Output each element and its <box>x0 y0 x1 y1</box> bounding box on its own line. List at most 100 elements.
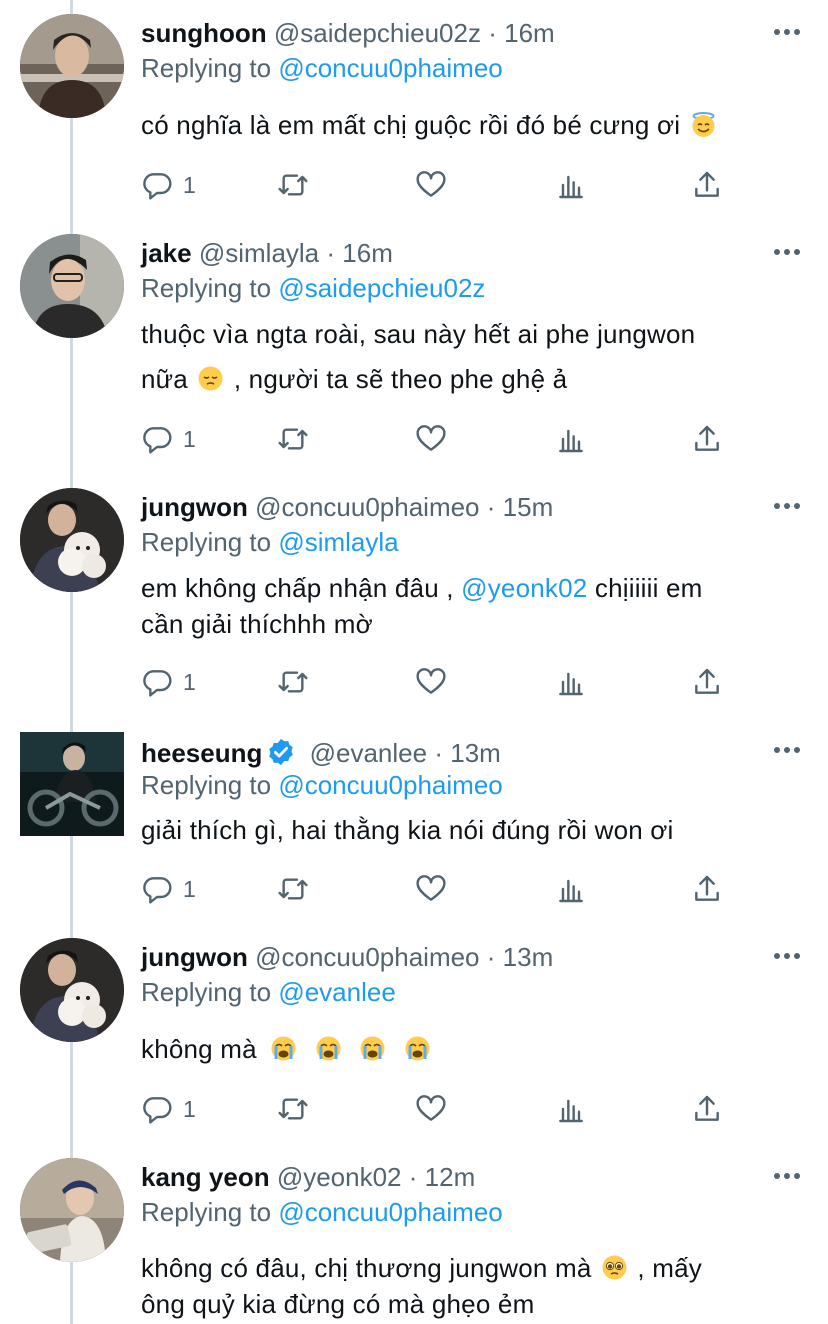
user-handle[interactable]: @concuu0phaimeo <box>255 942 479 972</box>
text-line: thuộc vìa ngta roài, sau này hết ai phe … <box>141 319 696 349</box>
reply-thread: sunghoon @saidepchieu02z · 16m Replying … <box>0 0 828 1324</box>
timestamp[interactable]: 15m <box>503 492 554 522</box>
timestamp[interactable]: 16m <box>504 18 555 48</box>
tweet-header: jungwon @concuu0phaimeo · 15m <box>141 489 788 525</box>
analytics-icon <box>559 1099 583 1123</box>
share-button[interactable] <box>691 1089 723 1129</box>
share-button[interactable] <box>691 662 723 702</box>
tweet-header: kang yeon @yeonk02 · 12m <box>141 1159 788 1195</box>
replying-to: Replying to @concuu0phaimeo <box>141 1194 503 1230</box>
reply-count: 1 <box>183 875 196 902</box>
analytics-icon <box>559 672 583 696</box>
user-handle[interactable]: @simlayla <box>199 238 319 268</box>
retweet-icon <box>278 878 308 900</box>
separator-dot: · <box>486 942 496 972</box>
replying-label: Replying to <box>141 273 272 303</box>
display-name[interactable]: heeseung <box>141 738 262 768</box>
avatar[interactable] <box>20 488 124 592</box>
reply-count: 1 <box>183 171 196 198</box>
analytics-button[interactable] <box>555 1089 587 1129</box>
separator-dot: · <box>488 18 497 48</box>
mention-link[interactable]: @yeonk02 <box>461 573 587 603</box>
avatar[interactable] <box>20 234 124 338</box>
user-handle[interactable]: @saidepchieu02z <box>274 18 481 48</box>
loudly-crying-face-emoji <box>270 1035 297 1062</box>
tweet-actions: 1 <box>141 165 748 205</box>
tweet-actions: 1 <box>141 662 748 702</box>
reply-icon <box>143 173 172 200</box>
share-button[interactable] <box>691 869 723 909</box>
more-icon[interactable] <box>772 498 802 514</box>
display-name[interactable]: jake <box>141 238 192 268</box>
mention-link[interactable]: @simlayla <box>278 527 398 557</box>
retweet-button[interactable] <box>277 1089 309 1129</box>
share-button[interactable] <box>691 419 723 459</box>
display-name[interactable]: jungwon <box>141 942 248 972</box>
mention-link[interactable]: @concuu0phaimeo <box>278 1197 502 1227</box>
share-button[interactable] <box>691 165 723 205</box>
reply-button[interactable]: 1 <box>141 869 196 909</box>
smiling-face-with-halo-emoji <box>690 111 717 138</box>
text-fragment: nữa <box>141 364 188 394</box>
avatar[interactable] <box>20 938 124 1042</box>
tweet-actions: 1 <box>141 1089 748 1129</box>
analytics-button[interactable] <box>555 662 587 702</box>
analytics-button[interactable] <box>555 419 587 459</box>
like-icon <box>416 171 446 197</box>
mention-link[interactable]: @saidepchieu02z <box>278 273 485 303</box>
retweet-button[interactable] <box>277 419 309 459</box>
loudly-crying-face-emoji <box>315 1035 342 1062</box>
mention-link[interactable]: @concuu0phaimeo <box>278 53 502 83</box>
replying-label: Replying to <box>141 1197 272 1227</box>
reply-button[interactable]: 1 <box>141 1089 196 1129</box>
display-name[interactable]: kang yeon <box>141 1162 270 1192</box>
replying-label: Replying to <box>141 527 272 557</box>
tweet-text: em không chấp nhận đâu , @yeonk02 chịiii… <box>141 570 788 642</box>
user-handle[interactable]: @evanlee <box>310 738 427 768</box>
like-button[interactable] <box>415 662 447 702</box>
avatar[interactable] <box>20 732 124 836</box>
timestamp[interactable]: 12m <box>425 1162 476 1192</box>
tweet-header: heeseung @evanlee · 13m <box>141 735 788 771</box>
share-icon <box>695 668 719 694</box>
retweet-button[interactable] <box>277 869 309 909</box>
like-button[interactable] <box>415 869 447 909</box>
avatar[interactable] <box>20 1158 124 1262</box>
text-fragment: , mấy <box>637 1253 702 1283</box>
reply-button[interactable]: 1 <box>141 419 196 459</box>
timestamp[interactable]: 13m <box>503 942 554 972</box>
reply-button[interactable]: 1 <box>141 662 196 702</box>
reply-count: 1 <box>183 425 196 452</box>
like-button[interactable] <box>415 1089 447 1129</box>
tweet-text: thuộc vìa ngta roài, sau này hết ai phe … <box>141 316 788 397</box>
text-line: ông quỷ kia đừng có mà ghẹo ẻm <box>141 1289 535 1319</box>
avatar[interactable] <box>20 14 124 118</box>
share-icon <box>695 1095 719 1121</box>
replying-to: Replying to @concuu0phaimeo <box>141 767 503 803</box>
user-handle[interactable]: @concuu0phaimeo <box>255 492 479 522</box>
display-name[interactable]: sunghoon <box>141 18 267 48</box>
user-handle[interactable]: @yeonk02 <box>277 1162 402 1192</box>
timestamp[interactable]: 13m <box>450 738 501 768</box>
analytics-button[interactable] <box>555 165 587 205</box>
separator-dot: · <box>434 738 443 768</box>
more-icon[interactable] <box>772 1168 802 1184</box>
replying-label: Replying to <box>141 977 272 1007</box>
display-name[interactable]: jungwon <box>141 492 248 522</box>
reply-icon <box>143 670 172 697</box>
more-icon[interactable] <box>772 244 802 260</box>
tweet-header: jungwon @concuu0phaimeo · 13m <box>141 939 788 975</box>
reply-button[interactable]: 1 <box>141 165 196 205</box>
retweet-button[interactable] <box>277 662 309 702</box>
more-icon[interactable] <box>772 948 802 964</box>
retweet-button[interactable] <box>277 165 309 205</box>
replying-to: Replying to @evanlee <box>141 974 396 1010</box>
timestamp[interactable]: 16m <box>342 238 393 268</box>
like-button[interactable] <box>415 165 447 205</box>
more-icon[interactable] <box>772 24 802 40</box>
analytics-button[interactable] <box>555 869 587 909</box>
like-button[interactable] <box>415 419 447 459</box>
more-icon[interactable] <box>772 742 802 758</box>
mention-link[interactable]: @concuu0phaimeo <box>278 770 502 800</box>
mention-link[interactable]: @evanlee <box>278 977 395 1007</box>
